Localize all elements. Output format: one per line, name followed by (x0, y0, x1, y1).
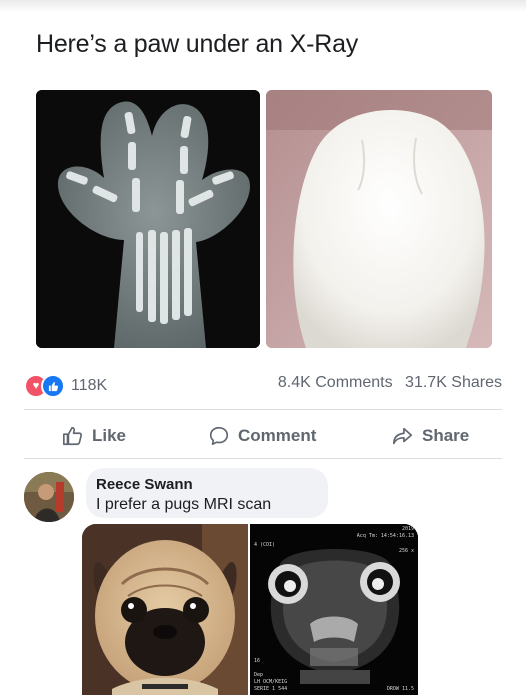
comment-icon (209, 426, 229, 446)
share-icon (393, 427, 413, 445)
thumbs-up-icon (63, 426, 83, 446)
divider (24, 458, 502, 459)
comment-text: I prefer a pugs MRI scan (96, 496, 272, 513)
top-edge (0, 0, 526, 12)
comment-label: Comment (238, 426, 317, 445)
like-button[interactable]: Like (62, 418, 126, 454)
mri-label: 16 (254, 658, 261, 664)
comment-bubble: Reece Swann I prefer a pugs MRI scan (86, 468, 328, 518)
mri-label: 2019 (401, 526, 414, 532)
comments-count-link[interactable]: 8.4K Comments (278, 374, 393, 391)
shares-count-link[interactable]: 31.7K Shares (405, 374, 502, 391)
comment-button[interactable]: Comment (208, 418, 316, 454)
photo-grid[interactable] (36, 90, 492, 348)
share-button[interactable]: Share (392, 418, 469, 454)
share-label: Share (422, 426, 470, 445)
mri-label: LH OCM/KEIG (254, 679, 288, 685)
reaction-summary[interactable]: ♥ 118K (24, 374, 107, 398)
mri-label: SERIE 1 544 (254, 686, 288, 692)
mri-label: DROW 11.5 (386, 686, 414, 692)
comment-image[interactable]: 2019 Acq Tm: 14:54:16.13 256 x 4 (COI) 1… (82, 524, 418, 695)
xray-photo[interactable] (36, 90, 260, 348)
mri-scan: 2019 Acq Tm: 14:54:16.13 256 x 4 (COI) 1… (250, 524, 418, 695)
mri-label: 256 x (398, 548, 414, 554)
post-text: Here’s a paw under an X-Ray (36, 30, 359, 58)
mri-label: 4 (COI) (254, 542, 276, 548)
comment-author[interactable]: Reece Swann (96, 476, 193, 493)
mri-label: Dep (254, 672, 264, 678)
mri-label: Acq Tm: 14:54:16.13 (356, 533, 414, 539)
post-stats: ♥ 118K 8.4K Comments 31.7K Shares (24, 374, 502, 398)
divider (24, 409, 502, 410)
paw-photo[interactable] (266, 90, 492, 348)
pug-photo (82, 524, 248, 695)
post-actions: Like Comment Share (24, 418, 502, 454)
like-label: Like (92, 426, 127, 445)
comment: Reece Swann I prefer a pugs MRI scan 201… (24, 468, 502, 695)
reaction-count: 118K (71, 377, 108, 394)
like-reaction-icon (41, 374, 65, 398)
avatar[interactable] (24, 472, 74, 522)
